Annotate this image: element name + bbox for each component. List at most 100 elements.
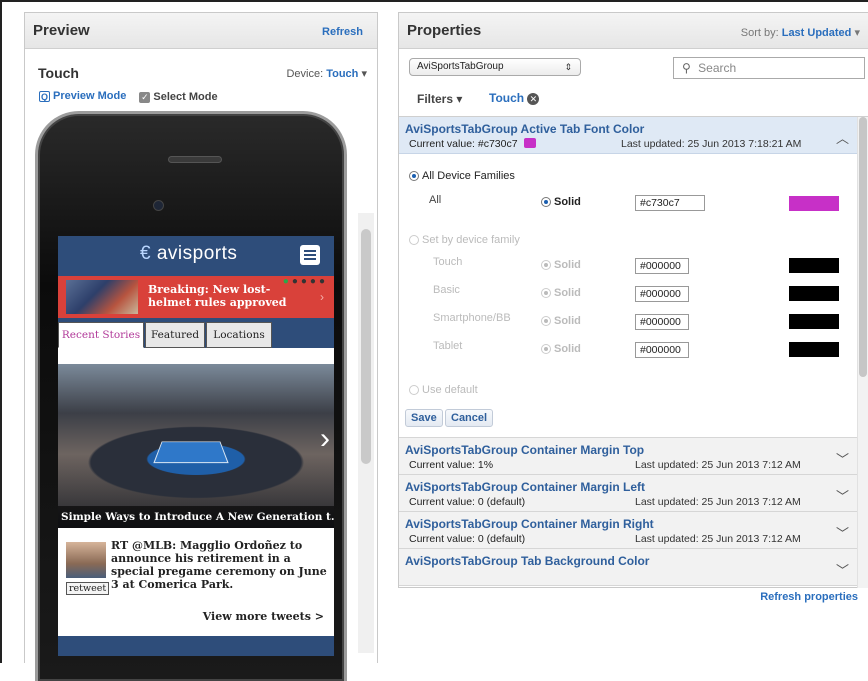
sort-by-selector[interactable]: Sort by: Last Updated ▾ xyxy=(741,26,860,39)
close-icon[interactable]: ✕ xyxy=(527,93,540,105)
phone-screen: € avisports Breaking: New lost-helmet ru… xyxy=(58,236,334,656)
tab-recent-stories[interactable]: Recent Stories xyxy=(58,322,144,348)
carousel-next-icon[interactable]: › xyxy=(320,422,330,456)
radio-dot xyxy=(409,235,419,245)
property-last-updated: Last updated: 25 Jun 2013 7:12 AM xyxy=(635,496,801,508)
current-value-text: #c730c7 xyxy=(477,138,518,150)
solid-label: Solid xyxy=(554,315,581,327)
current-color-swatch xyxy=(523,138,536,148)
radio-touch-solid[interactable]: Solid xyxy=(541,259,581,271)
radio-dot xyxy=(541,316,551,326)
radio-dot xyxy=(541,288,551,298)
radio-use-default[interactable]: Use default xyxy=(409,384,478,396)
breaking-news-text: Breaking: New lost-helmet rules approved xyxy=(148,283,287,309)
retweet-button[interactable]: retweet xyxy=(66,582,110,595)
app-logo: € avisports xyxy=(140,243,237,265)
tweet-card: retweet RT @MLB: Magglio Ordoñez to anno… xyxy=(58,532,334,632)
refresh-properties-link[interactable]: Refresh properties xyxy=(760,591,858,603)
select-mode-button[interactable]: ✓ Select Mode xyxy=(139,91,218,103)
search-icon: ⚲ xyxy=(682,61,691,75)
use-default-label: Use default xyxy=(422,384,478,396)
filter-chip-touch[interactable]: Touch ✕ xyxy=(489,91,540,105)
app-logo-text: avisports xyxy=(156,243,238,264)
preview-mode-button[interactable]: Q Preview Mode xyxy=(39,90,126,102)
app-tab-bar: Recent Stories Featured Locations xyxy=(58,318,334,348)
properties-scrollbar-thumb[interactable] xyxy=(859,117,867,377)
select-mode-icon: ✓ xyxy=(139,91,151,103)
properties-title: Properties xyxy=(407,22,482,39)
preview-title: Preview xyxy=(33,22,90,39)
filters-label: Filters xyxy=(417,92,454,106)
properties-header: Properties Sort by: Last Updated ▾ xyxy=(399,13,868,49)
family-label-touch: Touch xyxy=(433,256,463,268)
tablet-hex-input[interactable] xyxy=(635,342,689,358)
all-hex-input[interactable] xyxy=(635,195,705,211)
smartphone-hex-input[interactable] xyxy=(635,314,689,330)
updown-chevron-icon: ⇕ xyxy=(564,62,572,72)
radio-basic-solid[interactable]: Solid xyxy=(541,287,581,299)
component-select[interactable]: AviSportsTabGroup ⇕ xyxy=(409,58,581,76)
basic-color-swatch[interactable] xyxy=(789,286,839,301)
property-row-active-tab-font-color[interactable]: AviSportsTabGroup Active Tab Font Color … xyxy=(399,117,868,154)
basic-hex-input[interactable] xyxy=(635,286,689,302)
touch-color-swatch[interactable] xyxy=(789,258,839,273)
chevron-down-icon: ▾ xyxy=(361,68,367,80)
chevron-up-icon[interactable]: ︿ xyxy=(836,128,849,147)
chevron-down-icon[interactable]: ﹀ xyxy=(836,560,849,579)
save-button[interactable]: Save xyxy=(405,409,443,427)
property-editor: All Device Families All Solid Set by dev… xyxy=(399,154,868,438)
radio-dot xyxy=(541,260,551,270)
breaking-news-thumbnail xyxy=(66,280,138,314)
property-row-container-margin-left[interactable]: AviSportsTabGroup Container Margin Left … xyxy=(399,475,868,512)
family-label-basic: Basic xyxy=(433,284,460,296)
radio-tablet-solid[interactable]: Solid xyxy=(541,343,581,355)
radio-all-device-families[interactable]: All Device Families xyxy=(409,170,515,182)
property-list: AviSportsTabGroup Active Tab Font Color … xyxy=(399,116,868,588)
property-name: AviSportsTabGroup Tab Background Color xyxy=(405,554,650,568)
preview-header: Preview Refresh xyxy=(25,13,377,49)
carousel-dots[interactable]: ●●●●● xyxy=(283,276,328,287)
chevron-down-icon[interactable]: ﹀ xyxy=(836,523,849,542)
view-more-tweets-link[interactable]: View more tweets > xyxy=(203,610,324,623)
preview-mode-label: Preview Mode xyxy=(53,90,127,102)
preview-scrollbar-thumb[interactable] xyxy=(361,229,371,464)
search-input[interactable]: ⚲ Search xyxy=(673,57,865,79)
property-row-container-margin-top[interactable]: AviSportsTabGroup Container Margin Top C… xyxy=(399,438,868,475)
property-name: AviSportsTabGroup Active Tab Font Color xyxy=(405,122,645,136)
radio-smartphone-solid[interactable]: Solid xyxy=(541,315,581,327)
property-last-updated: Last updated: 25 Jun 2013 7:12 AM xyxy=(635,533,801,545)
device-selector[interactable]: Device: Touch ▾ xyxy=(286,67,367,80)
chevron-down-icon[interactable]: ﹀ xyxy=(836,486,849,505)
touch-hex-input[interactable] xyxy=(635,258,689,274)
radio-dot xyxy=(409,385,419,395)
tweet-avatar xyxy=(66,542,106,578)
cancel-button[interactable]: Cancel xyxy=(445,409,494,427)
frame-left-line xyxy=(0,0,2,663)
family-label-tablet: Tablet xyxy=(433,340,463,352)
all-color-swatch[interactable] xyxy=(789,196,839,211)
smartphone-color-swatch[interactable] xyxy=(789,314,839,329)
property-name: AviSportsTabGroup Container Margin Left xyxy=(405,480,646,494)
all-device-families-label: All Device Families xyxy=(422,170,515,182)
chevron-down-icon[interactable]: ﹀ xyxy=(836,449,849,468)
property-row-tab-background-color[interactable]: AviSportsTabGroup Tab Background Color ﹀ xyxy=(399,549,868,586)
property-name: AviSportsTabGroup Container Margin Right xyxy=(405,517,654,531)
hero-image[interactable]: › Simple Ways to Introduce A New Generat… xyxy=(58,364,334,528)
property-row-container-margin-right[interactable]: AviSportsTabGroup Container Margin Right… xyxy=(399,512,868,549)
refresh-button[interactable]: Refresh xyxy=(322,26,363,38)
solid-label: Solid xyxy=(554,287,581,299)
mode-toggle: Q Preview Mode ✓ Select Mode xyxy=(39,90,228,103)
chevron-down-icon: ▾ xyxy=(456,92,463,106)
phone-frame: € avisports Breaking: New lost-helmet ru… xyxy=(35,111,347,681)
hamburger-menu-icon[interactable] xyxy=(300,245,320,265)
tab-featured[interactable]: Featured xyxy=(145,322,205,348)
radio-all-solid[interactable]: Solid xyxy=(541,196,581,208)
tab-locations[interactable]: Locations xyxy=(206,322,272,348)
radio-set-by-family[interactable]: Set by device family xyxy=(409,234,520,246)
property-current-value: Current value: 1% xyxy=(409,459,494,471)
search-placeholder: Search xyxy=(698,61,737,75)
app-header: € avisports xyxy=(58,236,334,276)
solid-label: Solid xyxy=(554,259,581,271)
filters-dropdown[interactable]: Filters ▾ xyxy=(417,92,462,106)
tablet-color-swatch[interactable] xyxy=(789,342,839,357)
